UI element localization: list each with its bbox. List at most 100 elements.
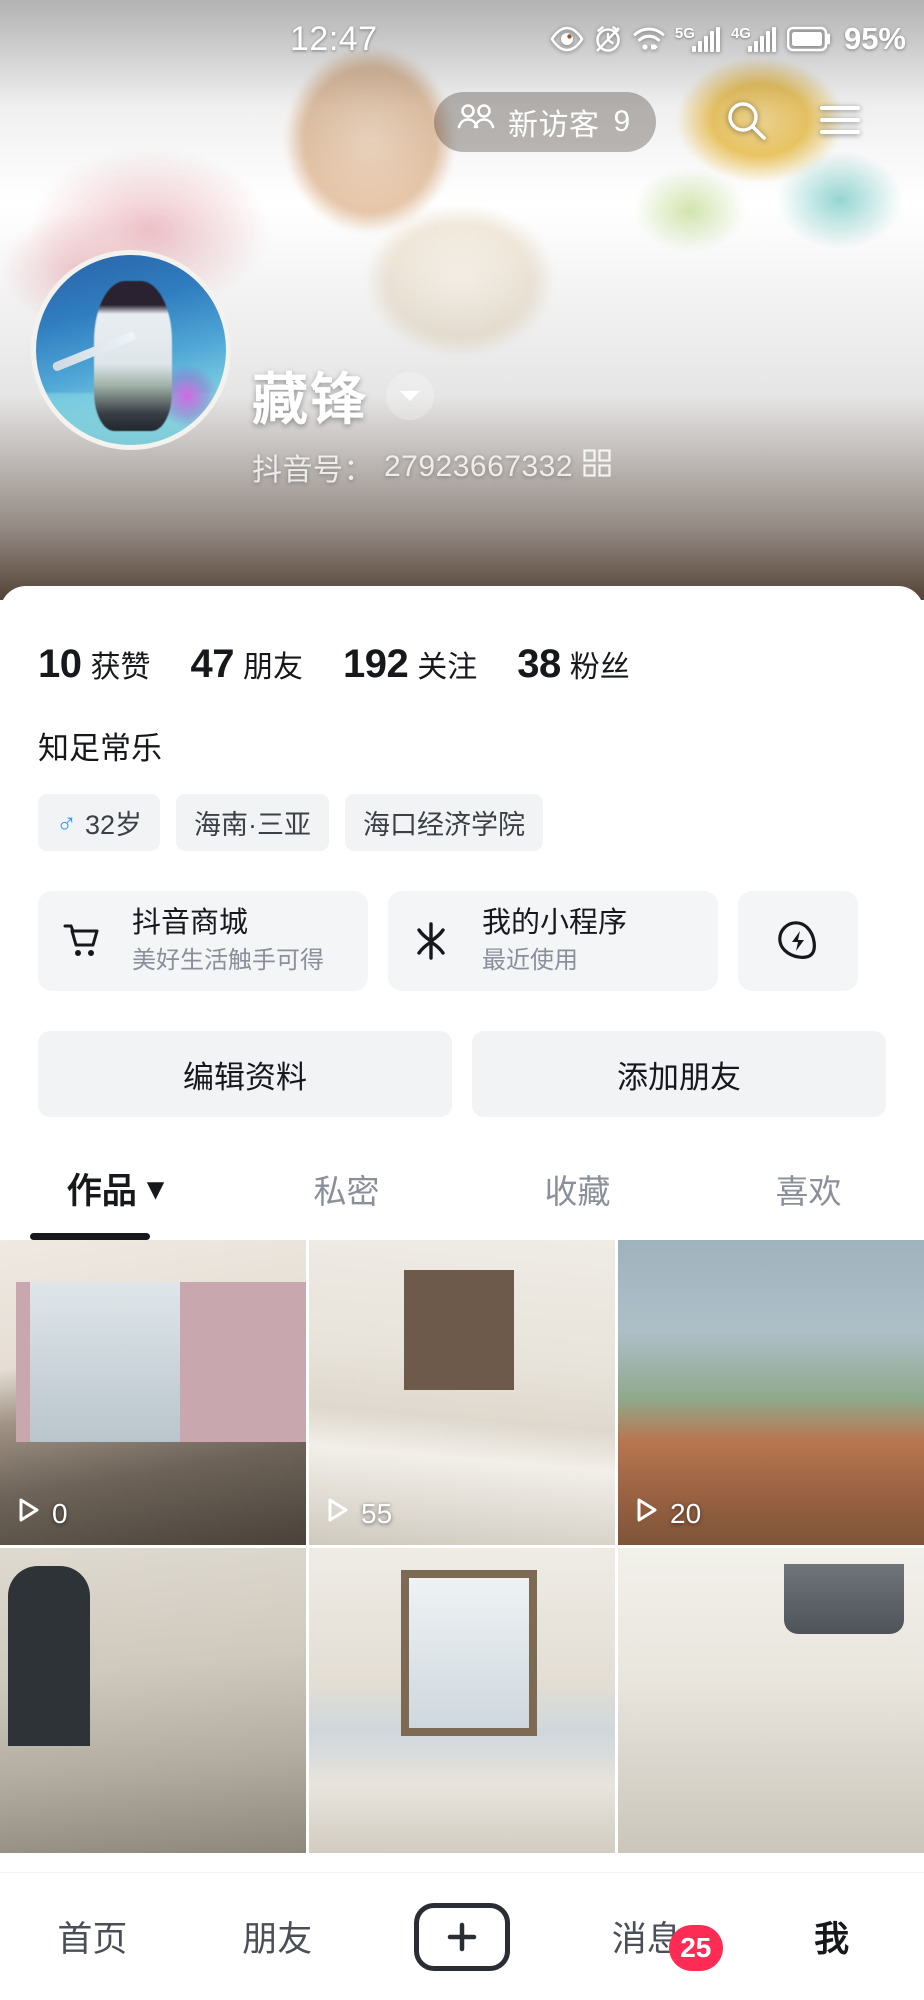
douyin-id-row[interactable]: 抖音号： 27923667332 [252, 445, 611, 489]
new-visitors-button[interactable]: 新访客 9 [434, 92, 657, 152]
qr-code-icon[interactable] [583, 449, 611, 485]
tab-likes[interactable]: 喜欢 [693, 1163, 924, 1240]
service-card-partial[interactable] [738, 891, 858, 991]
profile-stats: 10 获赞 47 朋友 192 关注 38 粉丝 [0, 586, 924, 687]
status-badge: 25 [668, 1925, 723, 1971]
stat-value: 10 [38, 642, 82, 686]
play-count: 55 [361, 1497, 393, 1529]
video-thumbnail[interactable] [309, 1548, 615, 1853]
edit-profile-button[interactable]: 编辑资料 [38, 1031, 452, 1117]
stat-label: 粉丝 [569, 651, 630, 684]
lightning-bolt-icon [755, 891, 841, 991]
tab-favorites[interactable]: 收藏 [462, 1163, 693, 1240]
service-card-title: 抖音商城 [132, 906, 249, 939]
battery-icon [786, 26, 831, 52]
stat-value: 38 [517, 642, 561, 686]
video-thumbnail[interactable]: 20 [618, 1240, 924, 1545]
tab-active-indicator [30, 1233, 150, 1240]
new-visitors-count: 9 [613, 105, 631, 138]
alarm-icon [593, 24, 623, 54]
stat-likes[interactable]: 10 获赞 [38, 642, 151, 687]
wifi-icon [632, 25, 666, 53]
menu-button[interactable] [812, 94, 868, 150]
video-thumbnail[interactable] [0, 1548, 306, 1853]
shopping-cart-icon [38, 891, 124, 991]
service-card-subtitle: 美好生活触手可得 [132, 946, 324, 974]
status-bar: 12:47 5G 4G 95% [0, 0, 924, 78]
profile-top-actions: 新访客 9 [0, 92, 924, 154]
new-visitors-label: 新访客 [508, 109, 600, 142]
service-card-text: 我的小程序 最近使用 [474, 905, 655, 978]
hamburger-menu-icon [818, 103, 862, 142]
tag-label: 海南·三亚 [194, 810, 312, 840]
visitors-icon [456, 103, 496, 141]
douyin-profile-screen: 12:47 5G 4G 95% 新访客 9 藏锋 抖音号： 2792366733… [0, 0, 924, 2000]
mini-program-icon [388, 891, 474, 991]
service-card-miniprogram[interactable]: 我的小程序 最近使用 [388, 891, 718, 991]
avatar[interactable] [31, 250, 231, 450]
signal-5g-icon: 5G [675, 26, 722, 53]
bottom-navigation: 首页 朋友 消息 25 我 [0, 1872, 924, 2000]
play-icon [325, 1496, 351, 1531]
play-count: 0 [52, 1497, 68, 1529]
douyin-id-label: 抖音号： [252, 454, 374, 487]
tag-school[interactable]: 海口经济学院 [345, 794, 544, 851]
profile-content-sheet: 10 获赞 47 朋友 192 关注 38 粉丝 知足常乐 ♂ 32岁 海南·三… [0, 586, 924, 2000]
video-grid: 0 55 20 [0, 1240, 924, 1853]
plus-create-icon[interactable] [413, 1902, 510, 1971]
play-icon [16, 1496, 42, 1531]
service-card-subtitle: 最近使用 [482, 946, 578, 974]
username-row[interactable]: 藏锋 [252, 355, 434, 436]
profile-bio[interactable]: 知足常乐 [0, 687, 924, 768]
service-card-title: 我的小程序 [482, 906, 628, 939]
stat-friends[interactable]: 47 朋友 [191, 642, 304, 687]
search-button[interactable] [718, 94, 774, 150]
battery-percentage: 95% [843, 21, 906, 56]
tab-works[interactable]: 作品 ▾ [0, 1163, 231, 1240]
male-gender-icon: ♂ [56, 806, 77, 838]
stat-value: 192 [343, 642, 409, 686]
tab-label: 喜欢 [775, 1172, 842, 1210]
video-thumbnail[interactable] [618, 1548, 924, 1853]
eye-care-icon [550, 26, 584, 52]
page-title: 藏锋 [252, 368, 368, 431]
nav-home[interactable]: 首页 [0, 1911, 185, 1962]
nav-me[interactable]: 我 [739, 1911, 924, 1962]
stat-followers[interactable]: 38 粉丝 [517, 642, 630, 687]
service-card-text: 抖音商城 美好生活触手可得 [124, 905, 352, 978]
status-bar-icons: 5G 4G 95% [550, 21, 906, 57]
play-count-badge: 55 [325, 1496, 392, 1531]
play-count: 20 [670, 1497, 702, 1529]
video-thumbnail[interactable]: 0 [0, 1240, 306, 1545]
stat-label: 关注 [417, 651, 478, 684]
tag-location[interactable]: 海南·三亚 [176, 794, 330, 851]
chevron-down-icon[interactable] [386, 371, 434, 420]
content-tabs: 作品 ▾ 私密 收藏 喜欢 [0, 1163, 924, 1240]
tab-private[interactable]: 私密 [231, 1163, 462, 1240]
tab-label: 收藏 [544, 1172, 611, 1210]
service-cards: 抖音商城 美好生活触手可得 我的小程序 最近使用 [0, 851, 924, 991]
stat-label: 获赞 [90, 651, 151, 684]
profile-tags: ♂ 32岁 海南·三亚 海口经济学院 [0, 768, 924, 851]
nav-messages[interactable]: 消息 25 [554, 1911, 739, 1971]
search-icon [723, 97, 769, 148]
add-friend-button[interactable]: 添加朋友 [472, 1031, 886, 1117]
status-bar-clock: 12:47 [290, 19, 378, 58]
chevron-down-icon[interactable]: ▾ [147, 1169, 165, 1209]
tag-age[interactable]: ♂ 32岁 [38, 794, 161, 851]
stat-following[interactable]: 192 关注 [343, 642, 477, 687]
nav-friends[interactable]: 朋友 [185, 1911, 370, 1962]
stat-value: 47 [190, 642, 235, 686]
tab-label: 私密 [313, 1172, 380, 1210]
play-icon [634, 1496, 660, 1531]
tag-label: 海口经济学院 [363, 810, 526, 840]
signal-4g-icon: 4G [731, 26, 778, 53]
play-count-badge: 0 [16, 1496, 68, 1531]
douyin-id-value: 27923667332 [384, 450, 574, 483]
tab-label: 作品 [66, 1172, 137, 1211]
video-thumbnail[interactable]: 55 [309, 1240, 615, 1545]
service-card-mall[interactable]: 抖音商城 美好生活触手可得 [38, 891, 368, 991]
nav-create[interactable] [370, 1902, 555, 1971]
stat-label: 朋友 [243, 651, 303, 684]
avatar-art-figure [94, 281, 172, 431]
